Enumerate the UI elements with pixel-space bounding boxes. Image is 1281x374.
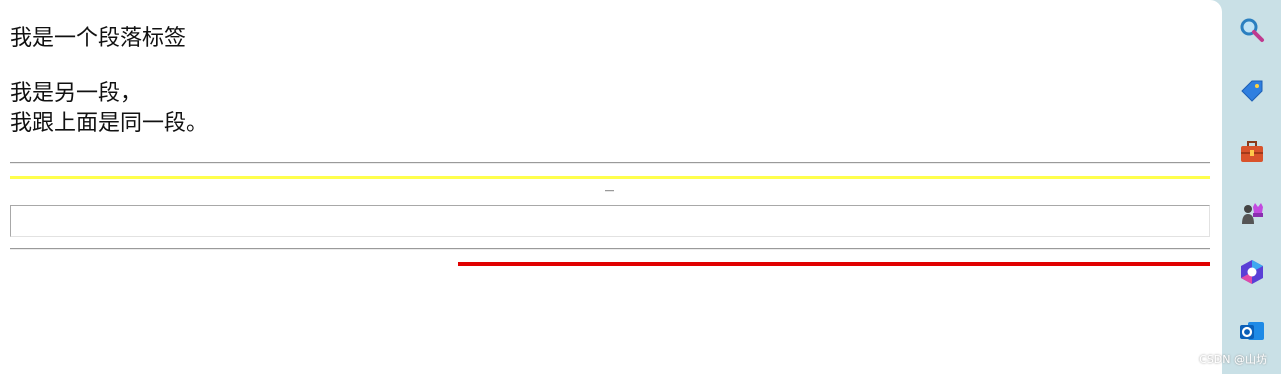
tag-icon bbox=[1241, 80, 1263, 102]
browser-page: 我是一个段落标签 我是另一段， 我跟上面是同一段。 CSDN @山坊 bbox=[0, 0, 1281, 374]
sidebar-outlook-button[interactable] bbox=[1238, 317, 1266, 345]
paragraph-one: 我是一个段落标签 bbox=[10, 26, 187, 51]
sidebar-search-button[interactable] bbox=[1238, 16, 1266, 44]
horizontal-rule-red-right bbox=[458, 262, 1210, 266]
horizontal-rule-default bbox=[10, 162, 1210, 164]
edge-sidebar: CSDN @山坊 bbox=[1199, 0, 1281, 374]
page-content: 我是一个段落标签 我是另一段， 我跟上面是同一段。 bbox=[0, 0, 1222, 374]
horizontal-rule-default-2 bbox=[10, 248, 1210, 250]
search-icon bbox=[1240, 18, 1264, 42]
horizontal-rule-short-centered bbox=[605, 190, 614, 192]
paragraph-two-line-1: 我是另一段， bbox=[10, 81, 143, 106]
games-icon bbox=[1242, 203, 1263, 224]
sidebar-tools-button[interactable] bbox=[1238, 138, 1266, 166]
outlook-icon bbox=[1240, 322, 1264, 340]
copilot-icon bbox=[1241, 260, 1263, 284]
horizontal-rule-thick-box bbox=[10, 205, 1210, 237]
sidebar-copilot-button[interactable] bbox=[1238, 258, 1266, 286]
toolbox-icon bbox=[1241, 141, 1263, 162]
sidebar-games-button[interactable] bbox=[1238, 199, 1266, 227]
paragraph-two: 我是另一段， 我跟上面是同一段。 bbox=[10, 79, 208, 139]
sidebar-shopping-button[interactable] bbox=[1238, 77, 1266, 105]
horizontal-rule-yellow bbox=[10, 176, 1210, 179]
watermark-text: CSDN @山坊 bbox=[1199, 353, 1267, 366]
paragraph-two-line-2: 我跟上面是同一段。 bbox=[10, 111, 209, 136]
